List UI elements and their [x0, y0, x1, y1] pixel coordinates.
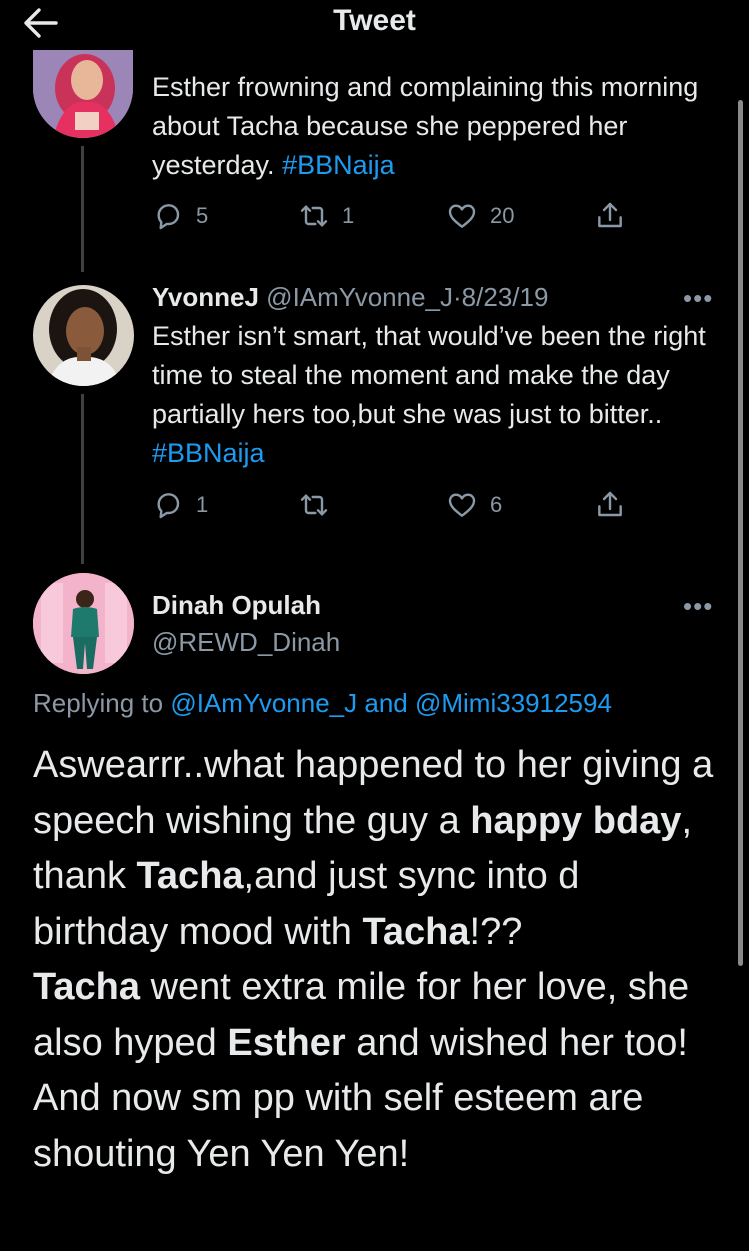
like-button[interactable]: 6 [446, 487, 502, 523]
tweet-date[interactable]: 8/23/19 [462, 282, 549, 312]
author-handle-text[interactable]: @REWD_Dinah [152, 627, 340, 657]
like-count: 6 [490, 492, 503, 517]
heart-icon [448, 204, 476, 228]
avatar[interactable] [33, 50, 133, 138]
like-count: 20 [490, 203, 515, 228]
retweet-icon [300, 494, 328, 516]
scrollbar[interactable] [738, 100, 743, 966]
avatar[interactable] [33, 573, 134, 674]
tweet-text: Esther frowning and complaining this mor… [152, 68, 712, 185]
text-run: !?? [469, 910, 523, 953]
avatar[interactable] [33, 285, 134, 386]
mention-link[interactable]: @Mimi33912594 [415, 688, 612, 718]
like-button[interactable]: 20 [446, 198, 514, 234]
main-tweet-text: Aswearrr..what happened to her giving a … [33, 738, 723, 1182]
replying-to: Replying to @IAmYvonne_J and @Mimi339125… [33, 688, 612, 719]
hashtag-link[interactable]: #BBNaija [152, 438, 265, 468]
reply-icon [157, 493, 180, 519]
top-bar: Tweet [0, 0, 749, 48]
tweet-meta: YvonneJ @IAmYvonne_J·8/23/19 [152, 282, 548, 313]
reply-button[interactable]: 1 [152, 487, 208, 523]
replying-prefix: Replying to [33, 688, 171, 718]
reply-icon [157, 204, 180, 230]
author-name-text[interactable]: Dinah Opulah [152, 590, 321, 620]
author-name[interactable]: Dinah Opulah [152, 590, 321, 621]
hashtag-link[interactable]: #BBNaija [282, 150, 395, 180]
tweet-actions: 5 1 20 [152, 198, 632, 234]
page-title: Tweet [333, 4, 416, 37]
heart-icon [448, 493, 476, 517]
tweet-text-body: Esther isn’t smart, that would’ve been t… [152, 321, 706, 429]
bold-text-run: Tacha [362, 910, 470, 953]
retweet-count: 1 [342, 203, 355, 228]
author-name[interactable]: YvonneJ [152, 282, 259, 312]
retweet-icon [300, 205, 328, 227]
bold-text-run: Tacha [136, 855, 244, 897]
more-options-icon[interactable]: ••• [683, 283, 713, 314]
reply-button[interactable]: 5 [152, 198, 208, 234]
bold-text-run: happy bday [470, 799, 682, 842]
tweet-text: Esther isn’t smart, that would’ve been t… [152, 317, 724, 473]
more-options-icon[interactable]: ••• [683, 591, 713, 622]
share-icon [598, 491, 622, 517]
bold-text-run: Tacha [33, 966, 141, 1008]
author-handle[interactable]: @REWD_Dinah [152, 627, 340, 658]
share-button[interactable] [594, 198, 626, 234]
replying-and: and [357, 688, 415, 718]
thread-line [81, 146, 84, 272]
author-handle[interactable]: @IAmYvonne_J [266, 282, 453, 312]
share-icon [598, 202, 622, 228]
tweet-actions: 1 6 [152, 487, 632, 523]
share-button[interactable] [594, 487, 626, 523]
reply-count: 5 [196, 203, 209, 228]
meta-separator: · [453, 282, 462, 312]
retweet-button[interactable]: 1 [298, 198, 354, 234]
bold-text-run: Esther [227, 1021, 346, 1064]
retweet-button[interactable] [298, 487, 342, 523]
reply-count: 1 [196, 492, 209, 517]
tweet-text-body: Esther frowning and complaining this mor… [152, 72, 699, 180]
thread-line [81, 394, 84, 564]
mention-link[interactable]: @IAmYvonne_J [170, 688, 357, 718]
